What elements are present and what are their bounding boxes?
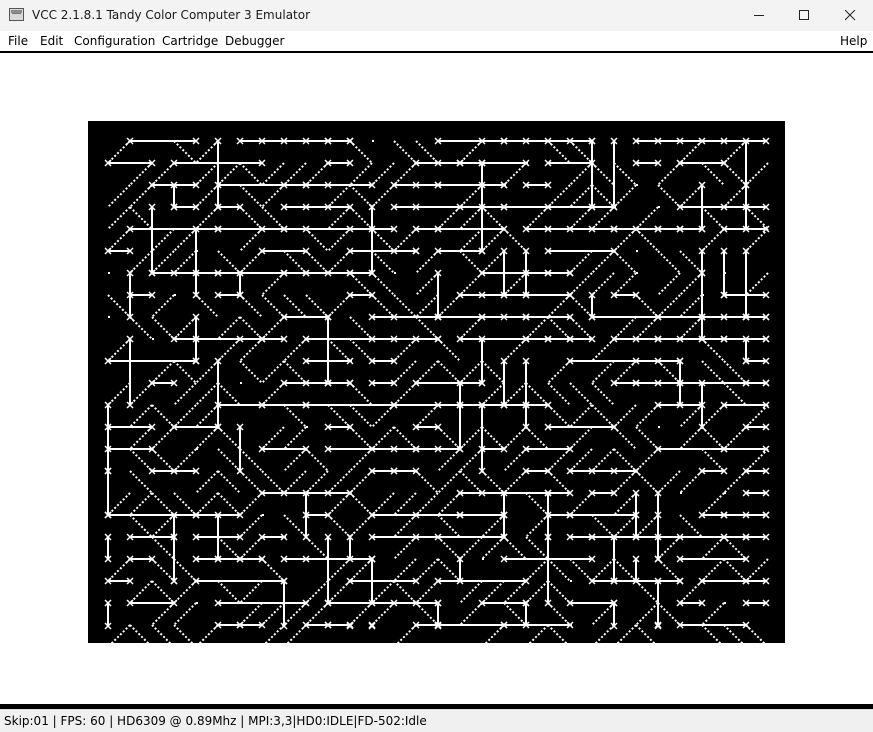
maximize-icon xyxy=(799,10,809,20)
menu-cartridge[interactable]: Cartridge xyxy=(162,34,218,48)
menu-configuration[interactable]: Configuration xyxy=(74,34,155,48)
close-button[interactable] xyxy=(827,0,873,31)
menu-file[interactable]: File xyxy=(8,34,28,48)
menu-edit[interactable]: Edit xyxy=(40,34,63,48)
status-bar: Skip:01 | FPS: 60 | HD6309 @ 0.89Mhz | M… xyxy=(0,709,873,732)
status-text: Skip:01 | FPS: 60 | HD6309 @ 0.89Mhz | M… xyxy=(4,714,427,728)
menu-bar: File Edit Configuration Cartridge Debugg… xyxy=(0,31,873,51)
app-window-icon[interactable] xyxy=(9,8,24,21)
menu-help[interactable]: Help xyxy=(840,34,867,48)
window-title: VCC 2.1.8.1 Tandy Color Computer 3 Emula… xyxy=(32,8,311,22)
maximize-button[interactable] xyxy=(781,0,827,31)
emulator-screen[interactable] xyxy=(88,121,785,643)
minimize-icon xyxy=(754,15,764,16)
emulator-client-area[interactable] xyxy=(0,53,873,704)
title-bar[interactable]: VCC 2.1.8.1 Tandy Color Computer 3 Emula… xyxy=(0,0,873,31)
maze-pattern xyxy=(104,137,770,643)
menu-debugger[interactable]: Debugger xyxy=(225,34,284,48)
minimize-button[interactable] xyxy=(736,0,782,31)
close-icon xyxy=(845,10,856,21)
